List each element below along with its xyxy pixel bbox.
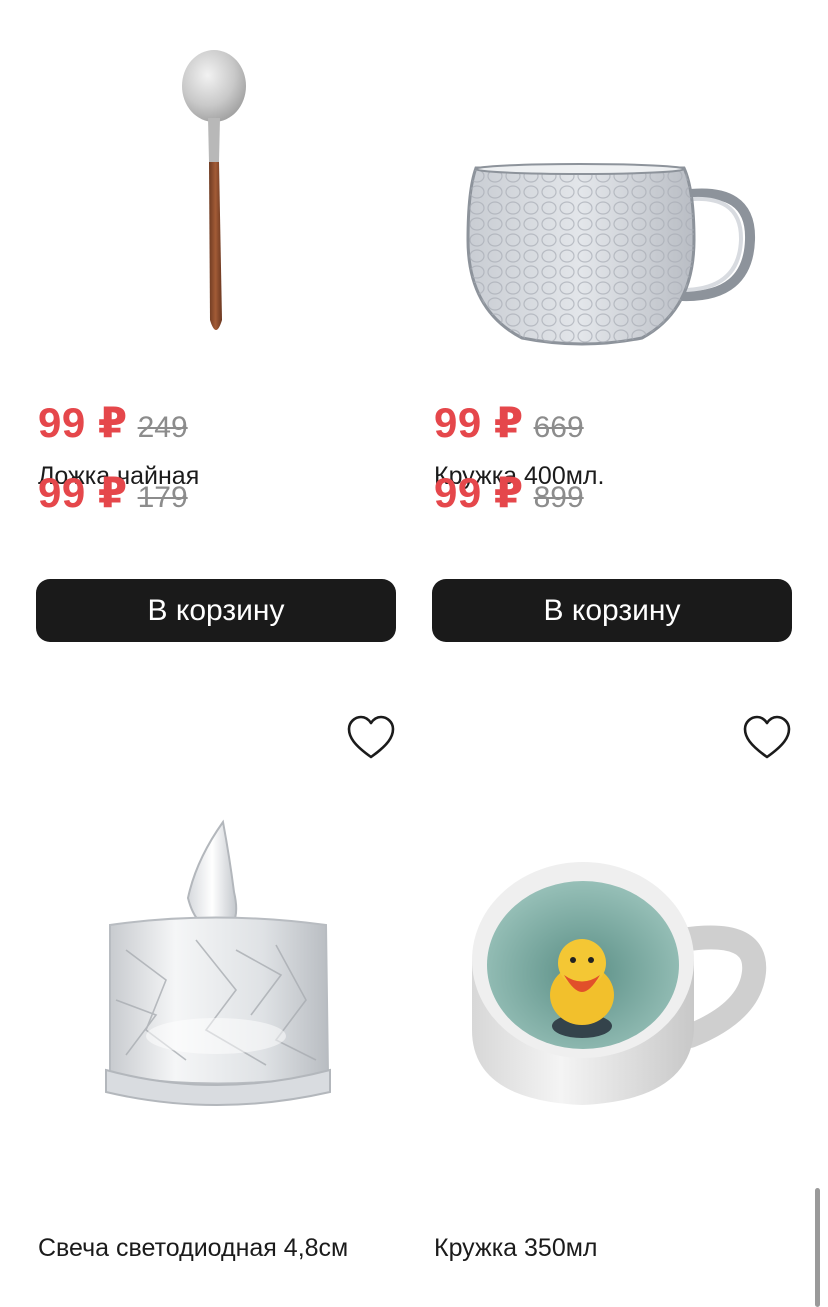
product-image-led-candle[interactable]: [36, 800, 396, 1130]
current-price: 99 ₽: [434, 399, 524, 446]
price-row: 99 ₽ 249: [38, 398, 188, 447]
product-image-duck-mug[interactable]: [432, 800, 792, 1130]
current-price: 99 ₽: [38, 399, 128, 446]
product-name[interactable]: Свеча светодиодная 4,8см: [38, 1234, 348, 1263]
price-row: 99 ₽ 899: [434, 468, 584, 517]
add-to-cart-button[interactable]: В корзину: [36, 579, 396, 642]
product-image-teaspoon[interactable]: [36, 40, 396, 360]
old-price: 899: [533, 481, 584, 514]
heart-outline-icon[interactable]: [346, 714, 396, 764]
price-row: 99 ₽ 669: [434, 398, 584, 447]
heart-outline-icon[interactable]: [742, 714, 792, 764]
product-image-glass-mug[interactable]: [432, 40, 792, 360]
old-price: 669: [533, 411, 584, 444]
old-price: 249: [137, 411, 188, 444]
current-price: 99 ₽: [434, 469, 524, 516]
current-price: 99 ₽: [38, 469, 128, 516]
price-row: 99 ₽ 179: [38, 468, 188, 517]
product-name[interactable]: Кружка 350мл: [434, 1234, 598, 1263]
add-to-cart-button[interactable]: В корзину: [432, 579, 792, 642]
scrollbar[interactable]: [815, 1188, 820, 1307]
old-price: 179: [137, 481, 188, 514]
